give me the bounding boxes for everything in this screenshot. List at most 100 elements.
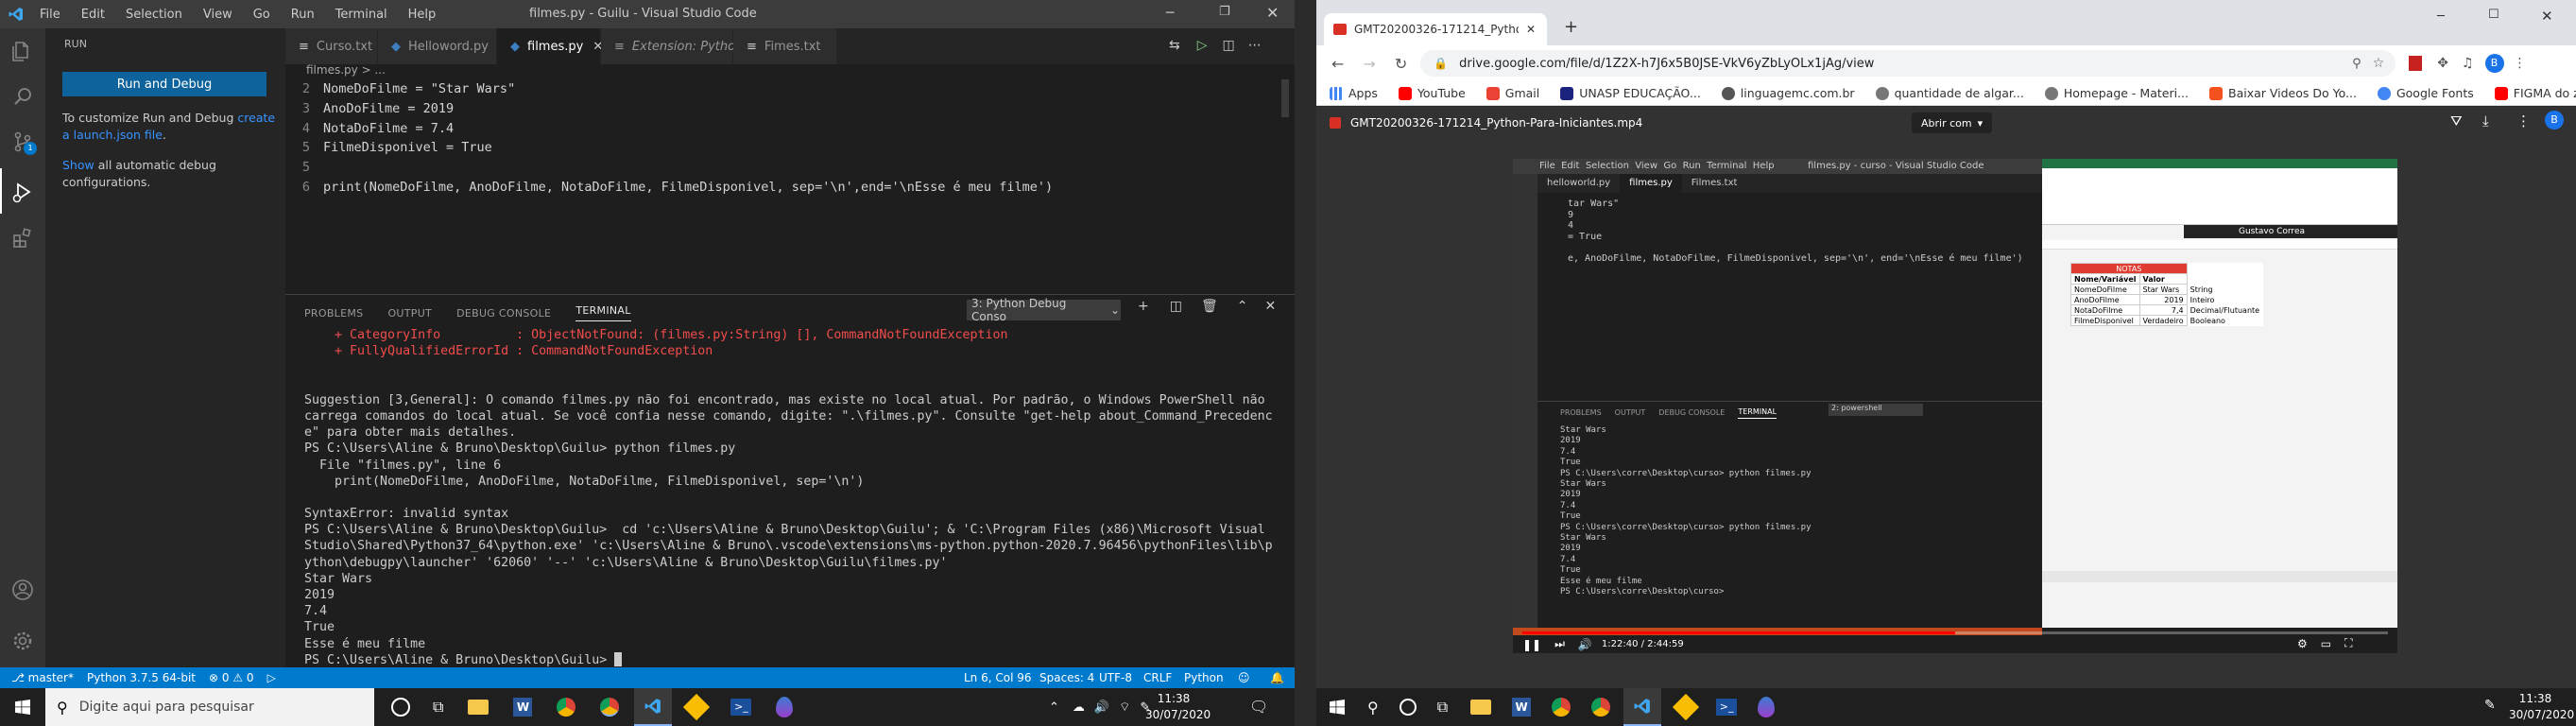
open-with-button[interactable]: Abrir com ▾ — [1912, 112, 1993, 133]
maximize-panel-icon[interactable]: ⌃ — [1237, 299, 1248, 314]
reload-icon[interactable]: ↻ — [1395, 55, 1407, 73]
python-app-icon[interactable] — [776, 697, 794, 717]
run-and-debug-button[interactable]: Run and Debug — [62, 72, 266, 96]
code-line[interactable]: 4 NotaDoFilme = 7.4 — [285, 119, 1278, 139]
extensions-puzzle-icon[interactable]: ✥ — [2437, 56, 2448, 71]
chrome-icon[interactable] — [557, 698, 576, 717]
explorer-icon[interactable] — [10, 40, 33, 66]
chevron-up-icon[interactable]: ⌃ — [1049, 700, 1059, 715]
git-branch[interactable]: ⎇ master* — [11, 671, 74, 684]
cortana-icon[interactable] — [1399, 699, 1417, 716]
next-icon[interactable]: ⏭ — [1554, 637, 1565, 651]
word-icon[interactable]: W — [513, 698, 533, 717]
download-icon[interactable]: ⤓ — [2482, 112, 2489, 130]
bookmark-baixar-videos[interactable]: Baixar Videos Do Yo... — [2209, 86, 2357, 100]
terminal-select[interactable]: 3: Python Debug Conso ⌄ — [967, 297, 1121, 323]
word-icon[interactable]: W — [1512, 698, 1532, 717]
pdf-extension-icon[interactable] — [2409, 56, 2423, 71]
back-icon[interactable]: ← — [1331, 55, 1344, 73]
cursor-position[interactable]: Ln 6, Col 96 — [964, 671, 1032, 684]
indentation[interactable]: Spaces: 4 — [1039, 671, 1094, 684]
panel-tab-problems[interactable]: PROBLEMS — [304, 307, 363, 320]
bookmark-homepage[interactable]: Homepage - Materi... — [2044, 86, 2189, 100]
tab-close-icon[interactable]: ✕ — [1526, 23, 1536, 36]
cortana-icon[interactable] — [391, 698, 410, 717]
address-bar[interactable]: 🔒 drive.google.com/file/d/1Z2X-h7J6x5B0J… — [1420, 50, 2396, 77]
maximize-button[interactable]: ❐ — [1219, 5, 1230, 19]
chrome-close-button[interactable]: ✕ — [2541, 8, 2553, 25]
volume-icon[interactable]: 🔊 — [1578, 638, 1592, 651]
menu-terminal[interactable]: Terminal — [335, 8, 387, 22]
file-explorer-icon[interactable] — [1470, 700, 1492, 715]
menu-selection[interactable]: Selection — [126, 8, 182, 22]
clock[interactable]: 11:38 30/07/2020 — [1145, 691, 1211, 723]
breadcrumb[interactable]: filmes.py > ... — [306, 63, 386, 77]
drive-profile-avatar[interactable]: B — [2545, 111, 2564, 130]
fullscreen-icon[interactable]: ⛶ — [2344, 636, 2352, 650]
encoding[interactable]: UTF-8 — [1099, 671, 1132, 684]
bookmark-apps[interactable]: Apps — [1330, 86, 1378, 100]
drive-add-icon[interactable]: ⛛ — [2450, 112, 2463, 130]
vscode-taskbar-icon[interactable] — [634, 688, 673, 726]
split-terminal-icon[interactable]: ◫ — [1170, 299, 1182, 314]
more-actions-icon[interactable]: ⋯ — [1248, 38, 1262, 53]
miniplayer-icon[interactable]: ▭ — [2321, 637, 2331, 650]
windows-start-icon[interactable] — [1316, 688, 1358, 726]
search-icon[interactable]: ⚲ — [1367, 699, 1379, 717]
taskbar-search[interactable]: ⚲ Digite aqui para pesquisar — [45, 688, 374, 726]
drive-more-icon[interactable]: ⋮ — [2516, 112, 2531, 130]
menu-edit[interactable]: Edit — [81, 8, 105, 22]
vscode-taskbar-icon[interactable] — [1623, 688, 1662, 726]
extensions-icon[interactable] — [11, 227, 34, 253]
notification-center-icon[interactable]: 🗨 — [1249, 698, 1268, 716]
menu-go[interactable]: Go — [253, 8, 270, 22]
tab-extension-python[interactable]: ≡ Extension: Python — [601, 28, 743, 64]
chrome-icon[interactable] — [1552, 698, 1571, 717]
new-tab-button[interactable]: + — [1564, 17, 1578, 37]
bookmark-figma[interactable]: FIGMA do zero ao g... — [2494, 86, 2576, 100]
bookmark-algar[interactable]: quantidade de algar... — [1875, 86, 2024, 100]
menu-file[interactable]: File — [40, 8, 60, 22]
new-terminal-icon[interactable]: + — [1138, 299, 1149, 314]
star-icon[interactable]: ☆ — [2373, 56, 2385, 71]
chrome-maximize-button[interactable]: ☐ — [2488, 8, 2499, 22]
settings-gear-icon[interactable] — [11, 630, 34, 656]
sourcetree-icon[interactable] — [683, 693, 711, 721]
python-interpreter[interactable]: Python 3.7.5 64-bit — [87, 671, 196, 684]
tab-curso[interactable]: ≡ Curso.txt — [285, 28, 378, 64]
source-control-icon[interactable]: 1 — [11, 130, 37, 157]
volume-icon[interactable]: 🔊 — [1094, 700, 1109, 715]
trash-icon[interactable]: 🗑 — [1201, 299, 1218, 314]
code-editor[interactable]: 2 NomeDoFilme = "Star Wars" 3 AnoDoFilme = … — [285, 79, 1278, 287]
tab-fimes[interactable]: ≡ Fimes.txt — [733, 28, 837, 64]
chrome-tab[interactable]: GMT20200326-171214_Python-P ✕ — [1324, 13, 1547, 45]
run-file-icon[interactable]: ▷ — [1197, 38, 1208, 53]
forward-icon[interactable]: → — [1363, 55, 1375, 73]
clock-right[interactable]: 11:38 30/07/2020 — [2509, 691, 2574, 723]
python-app-icon[interactable] — [1758, 697, 1776, 717]
bookmark-youtube[interactable]: YouTube — [1398, 86, 1466, 100]
code-line[interactable]: 5 — [285, 158, 1278, 178]
tab-filmes[interactable]: ◆ filmes.py ✕ — [497, 28, 603, 64]
feedback-icon[interactable]: ☺ — [1238, 671, 1250, 684]
network-icon[interactable]: ⌔ — [1119, 700, 1130, 715]
terminal[interactable]: + CategoryInfo : ObjectNotFound: (filmes… — [304, 327, 1287, 667]
search-icon[interactable] — [11, 85, 34, 112]
media-control-icon[interactable]: ♫ — [2462, 56, 2474, 71]
bookmark-google-fonts[interactable]: Google Fonts — [2377, 86, 2474, 100]
pen-icon[interactable]: ✎ — [2484, 698, 2496, 713]
profile-avatar[interactable]: B — [2484, 54, 2504, 73]
account-icon[interactable] — [11, 579, 34, 605]
code-line[interactable]: 6 print(NomeDoFilme, AnoDoFilme, NotaDoFi… — [285, 178, 1278, 198]
split-compare-icon[interactable]: ⇆ — [1169, 38, 1180, 53]
code-line[interactable]: 5 FilmeDisponivel = True — [285, 138, 1278, 158]
bookmark-linguagemc[interactable]: linguagemc.com.br — [1721, 86, 1855, 100]
eol[interactable]: CRLF — [1143, 671, 1172, 684]
chrome-profile-icon[interactable] — [1591, 698, 1611, 717]
file-explorer-icon[interactable] — [468, 700, 489, 715]
notifications-icon[interactable]: 🔔 — [1270, 671, 1284, 684]
close-panel-icon[interactable]: ✕ — [1264, 299, 1276, 314]
language-mode[interactable]: Python — [1184, 671, 1224, 684]
powershell-icon[interactable]: >_ — [730, 699, 752, 716]
panel-tab-terminal[interactable]: TERMINAL — [575, 304, 631, 321]
